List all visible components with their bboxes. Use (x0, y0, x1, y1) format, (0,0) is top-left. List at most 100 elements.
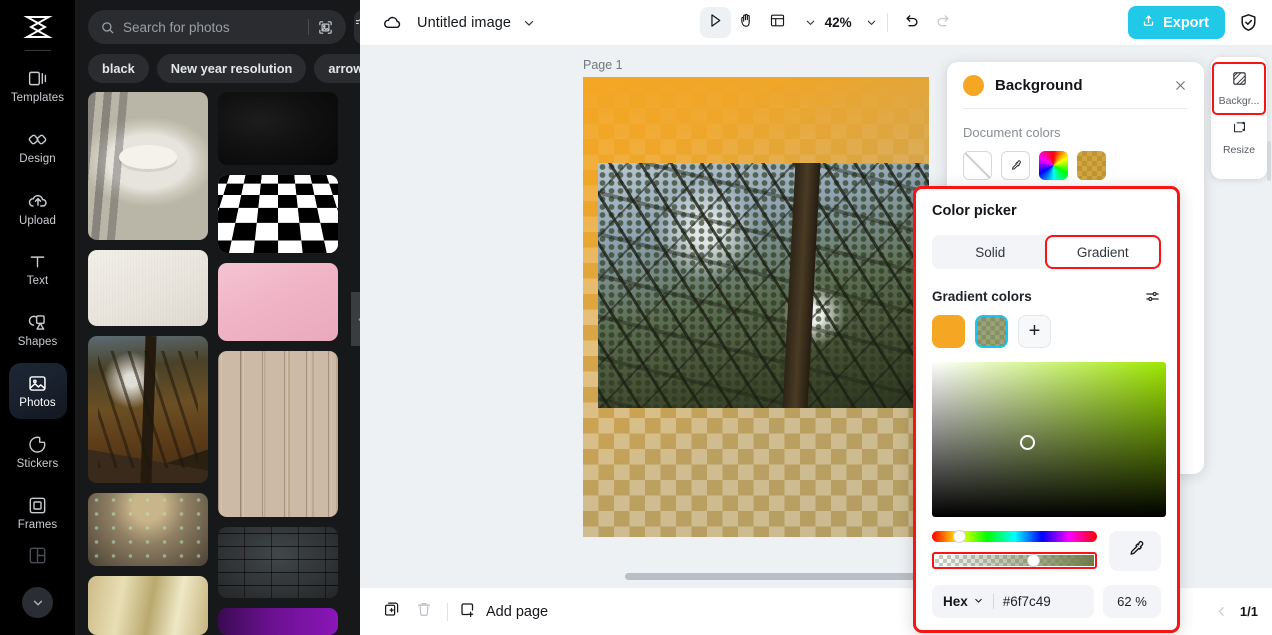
sidebar-item-templates[interactable]: Templates (9, 58, 67, 114)
tag-chip[interactable]: arrow (314, 54, 360, 83)
gold-gradient-photo[interactable] (88, 576, 208, 635)
document-title[interactable]: Untitled image (417, 15, 511, 31)
dark-texture-photo[interactable] (218, 92, 338, 165)
opacity-value[interactable]: 62 % (1103, 585, 1161, 618)
redo-button[interactable] (928, 7, 959, 38)
add-page-button[interactable]: Add page (459, 601, 548, 623)
right-rail-scrollbar[interactable] (1267, 141, 1271, 181)
zoom-level[interactable]: 42% (825, 15, 852, 30)
design-icon (27, 129, 48, 150)
cloud-sync-icon[interactable] (382, 12, 403, 33)
select-tool-button[interactable] (699, 7, 731, 38)
document-colors-swatches (963, 151, 1188, 180)
color-wheel-swatch[interactable] (1039, 151, 1068, 180)
hand-icon (738, 12, 755, 34)
capcut-logo-icon[interactable] (16, 10, 60, 44)
background-panel-header: Background (963, 62, 1188, 108)
eyedropper-swatch[interactable] (1001, 151, 1030, 180)
background-icon (1231, 70, 1248, 92)
resize-icon (1231, 119, 1248, 141)
hue-slider-knob[interactable] (953, 530, 967, 543)
undo-button[interactable] (897, 7, 928, 38)
tab-gradient[interactable]: Gradient (1044, 235, 1161, 269)
checkerboard-photo[interactable] (218, 174, 338, 254)
image-search-icon[interactable] (317, 19, 334, 36)
eyedropper-icon (1126, 539, 1145, 563)
saturation-value-area[interactable] (932, 362, 1166, 517)
add-gradient-stop[interactable]: + (1018, 315, 1051, 348)
background-tool-button[interactable]: Backgr... (1212, 62, 1266, 115)
pink-paper-photo[interactable] (218, 263, 338, 341)
tag-chips-row: black New year resolution arrow (75, 44, 360, 88)
sidebar-item-label: Design (19, 153, 56, 165)
undo-icon (903, 11, 921, 34)
zoom-chevron-down-icon[interactable] (865, 16, 878, 29)
chevron-down-icon[interactable] (522, 16, 536, 30)
hex-value[interactable]: #6f7c49 (1003, 594, 1051, 609)
panel-collapse-button[interactable] (351, 292, 360, 346)
tab-solid[interactable]: Solid (934, 237, 1047, 267)
hex-mode-selector[interactable]: Hex (943, 594, 984, 609)
sv-selector-knob[interactable] (1020, 435, 1035, 450)
prev-page-button[interactable] (1215, 605, 1228, 618)
photo-grid (88, 92, 360, 635)
sidebar-item-label: Frames (17, 519, 58, 531)
tag-chip[interactable]: black (88, 54, 149, 83)
layout-chevron-down-icon[interactable] (804, 16, 817, 29)
color-mode-tabs: Solid Gradient (932, 235, 1161, 269)
duplicate-page-button[interactable] (376, 596, 408, 628)
sliders-icon[interactable] (1144, 288, 1161, 305)
left-nav-rail: Templates Design Upload Text Shapes Phot… (0, 0, 75, 635)
hex-input-box[interactable]: Hex #6f7c49 (932, 585, 1094, 618)
hand-tool-button[interactable] (731, 7, 762, 38)
sidebar-item-photos[interactable]: Photos (8, 363, 67, 419)
drone-landscape-photo[interactable] (88, 492, 208, 567)
sidebar-item-label: Upload (18, 214, 57, 227)
gold-checker-swatch[interactable] (1077, 151, 1106, 180)
horizontal-scrollbar-thumb[interactable] (625, 573, 930, 580)
no-color-swatch[interactable] (963, 151, 992, 180)
forest-canopy-image[interactable] (598, 163, 929, 408)
background-color-dot[interactable] (963, 74, 984, 96)
resize-tool-button[interactable]: Resize (1214, 113, 1264, 162)
canvas-page[interactable] (583, 77, 929, 537)
branches-texture (598, 163, 929, 408)
cafe-table-photo[interactable] (88, 92, 208, 241)
background-tool-label: Backgr... (1218, 95, 1260, 107)
alpha-slider-knob[interactable] (1027, 554, 1041, 567)
page-indicator: 1/1 (1239, 604, 1258, 619)
alpha-slider[interactable] (935, 554, 1094, 567)
layout-tool-button[interactable] (762, 7, 793, 38)
wood-planks-photo[interactable] (218, 350, 338, 517)
purple-gradient-photo[interactable] (218, 607, 338, 635)
cursor-icon (707, 12, 724, 34)
sidebar-item-frames[interactable]: Frames (9, 485, 67, 541)
sidebar-item-text[interactable]: Text (9, 241, 67, 297)
dark-brick-photo[interactable] (218, 526, 338, 598)
sidebar-item-shapes[interactable]: Shapes (9, 302, 67, 358)
delete-page-button[interactable] (408, 596, 440, 628)
shield-check-icon[interactable] (1238, 12, 1259, 33)
add-page-label: Add page (486, 603, 549, 620)
sidebar-item-stickers[interactable]: Stickers (9, 424, 67, 480)
sidebar-item-partial[interactable] (9, 545, 67, 575)
resize-tool-label: Resize (1222, 144, 1256, 156)
gradient-stop-2[interactable] (975, 315, 1008, 348)
text-icon (27, 251, 48, 272)
export-button[interactable]: Export (1128, 6, 1226, 39)
app-root: Templates Design Upload Text Shapes Phot… (0, 0, 1272, 635)
sidebar-item-upload[interactable]: Upload (9, 180, 67, 236)
sidebar-item-design[interactable]: Design (9, 119, 67, 175)
search-box[interactable] (88, 10, 346, 44)
sidebar-expand-button[interactable] (22, 587, 53, 618)
eyedropper-button[interactable] (1109, 531, 1161, 571)
right-tool-rail: Backgr... Resize (1211, 57, 1271, 181)
gradient-stop-1[interactable] (932, 315, 965, 348)
close-icon[interactable] (1173, 78, 1188, 93)
tag-chip[interactable]: New year resolution (156, 54, 307, 83)
hue-slider[interactable] (932, 530, 1097, 543)
paper-texture-photo[interactable] (88, 250, 208, 327)
search-input[interactable] (123, 19, 300, 35)
forest-sunlight-photo[interactable] (88, 336, 208, 483)
color-picker-title: Color picker (932, 203, 1017, 219)
